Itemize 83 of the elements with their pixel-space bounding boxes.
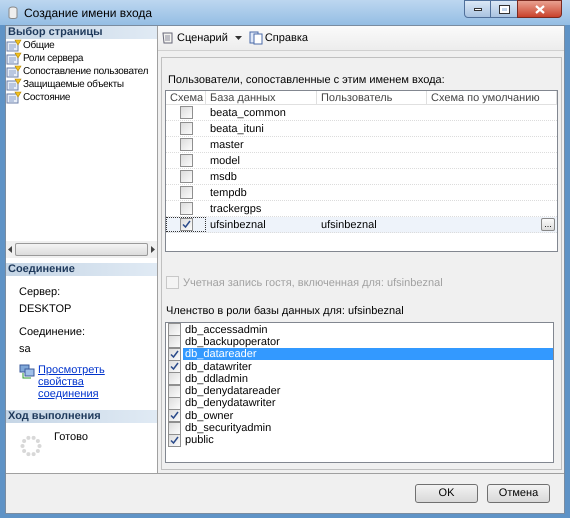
role-item[interactable]: db_denydatareader xyxy=(183,385,553,398)
map-checkbox[interactable] xyxy=(180,106,192,118)
table-cell-text: beata_ituni xyxy=(209,122,265,136)
column-header[interactable]: Пользователь xyxy=(317,90,427,104)
table-row[interactable]: beata_common xyxy=(166,104,557,120)
scroll-left-icon[interactable] xyxy=(8,246,12,253)
window-title: Создание имени входа xyxy=(24,4,152,22)
table-cell-text: trackergps xyxy=(209,202,262,216)
network-icon xyxy=(19,364,35,379)
table-cell: ufsinbeznal xyxy=(321,218,377,230)
role-item[interactable]: db_backupoperator xyxy=(183,336,553,348)
scroll-icon xyxy=(161,31,175,45)
table-row[interactable]: master xyxy=(166,136,557,152)
role-item[interactable]: db_denydatawriter xyxy=(183,397,553,410)
server-value: DESKTOP xyxy=(19,302,72,316)
sidebar-item[interactable]: Общие xyxy=(6,39,157,52)
role-checkbox[interactable] xyxy=(168,409,181,422)
table-cell-text: model xyxy=(209,154,241,168)
sidebar-item[interactable]: Роли сервера xyxy=(6,52,157,65)
browse-button[interactable]: ... xyxy=(541,218,555,230)
sidebar-item[interactable]: Защищаемые объекты xyxy=(6,78,157,91)
map-checkbox[interactable] xyxy=(180,138,192,150)
role-item[interactable]: db_accessadmin xyxy=(183,324,553,336)
connection-value: sa xyxy=(19,342,32,356)
map-checkbox[interactable] xyxy=(180,122,192,134)
scroll-right-icon[interactable] xyxy=(151,246,155,253)
section-header: Ход выполнения xyxy=(6,410,157,423)
role-checkbox[interactable] xyxy=(168,360,181,374)
role-checkbox[interactable] xyxy=(168,396,181,410)
map-checkbox[interactable] xyxy=(180,202,192,214)
close-button[interactable] xyxy=(517,0,562,18)
role-item[interactable]: db_owner xyxy=(183,410,553,422)
role-checkbox[interactable] xyxy=(168,384,181,398)
role-checkbox[interactable] xyxy=(168,434,181,447)
database-icon xyxy=(8,6,18,20)
role-item[interactable]: db_securityadmin xyxy=(183,422,553,434)
connection-label: Соединение: xyxy=(19,325,86,340)
maximize-button[interactable] xyxy=(491,0,517,18)
horizontal-scrollbar[interactable] xyxy=(6,241,157,258)
role-checkbox[interactable] xyxy=(168,422,181,435)
help-button[interactable]: Справка xyxy=(248,30,308,46)
close-icon xyxy=(534,4,544,14)
role-item[interactable]: db_datawriter xyxy=(183,360,553,373)
guest-label: Учетная запись гостя, включенная для: ufsinbeznal xyxy=(183,276,443,290)
dropdown-arrow-icon[interactable] xyxy=(234,36,242,40)
map-checkbox[interactable] xyxy=(180,186,192,198)
role-item[interactable]: public xyxy=(183,434,553,446)
role-item[interactable]: db_ddladmin xyxy=(183,372,553,385)
role-checkbox[interactable] xyxy=(168,335,181,348)
sidebar-item[interactable]: Сопоставление пользовател xyxy=(6,65,157,78)
table-cell-text: master xyxy=(209,138,245,152)
sidebar-item[interactable]: Состояние xyxy=(6,91,157,104)
table-cell-text: msdb xyxy=(209,170,238,184)
role-checkbox[interactable] xyxy=(168,348,181,361)
table-row[interactable]: ufsinbeznal ufsinbeznal ... xyxy=(166,216,557,232)
roles-label: Членство в роли базы данных для: ufsinbeznal xyxy=(165,304,405,319)
table-cell-text: beata_common xyxy=(209,106,287,120)
column-header[interactable]: Схема по умолчанию xyxy=(427,90,557,104)
section-header: Выбор страницы xyxy=(6,26,157,39)
dialog-button[interactable]: OK xyxy=(415,484,478,503)
table-row[interactable]: model xyxy=(166,152,557,168)
table-cell-text: ufsinbeznal xyxy=(209,218,267,232)
table-row[interactable]: tempdb xyxy=(166,184,557,200)
table-cell-text: tempdb xyxy=(209,186,248,200)
column-header[interactable]: Схема xyxy=(166,90,206,104)
server-label: Сервер: xyxy=(19,285,62,300)
map-checkbox[interactable] xyxy=(180,154,192,166)
section-header: Соединение xyxy=(6,263,157,276)
table-row[interactable]: msdb xyxy=(166,168,557,184)
script-button[interactable]: Сценарий xyxy=(161,30,228,46)
users-label: Пользователи, сопоставленные с этим именем входа: xyxy=(167,73,446,88)
connection-properties-link[interactable]: Просмотреть свойства соединения xyxy=(38,364,138,400)
progress-status: Готово xyxy=(54,430,88,445)
dialog-button[interactable]: Отмена xyxy=(487,484,550,503)
minimize-button[interactable] xyxy=(464,0,491,18)
map-checkbox[interactable] xyxy=(180,218,192,230)
spinner-icon xyxy=(20,435,42,457)
column-header[interactable]: База данных xyxy=(206,90,317,104)
document-icon xyxy=(248,31,263,45)
table-row[interactable]: beata_ituni xyxy=(166,120,557,136)
role-checkbox[interactable] xyxy=(168,372,181,386)
map-checkbox[interactable] xyxy=(180,170,192,182)
role-checkbox[interactable] xyxy=(168,323,181,336)
